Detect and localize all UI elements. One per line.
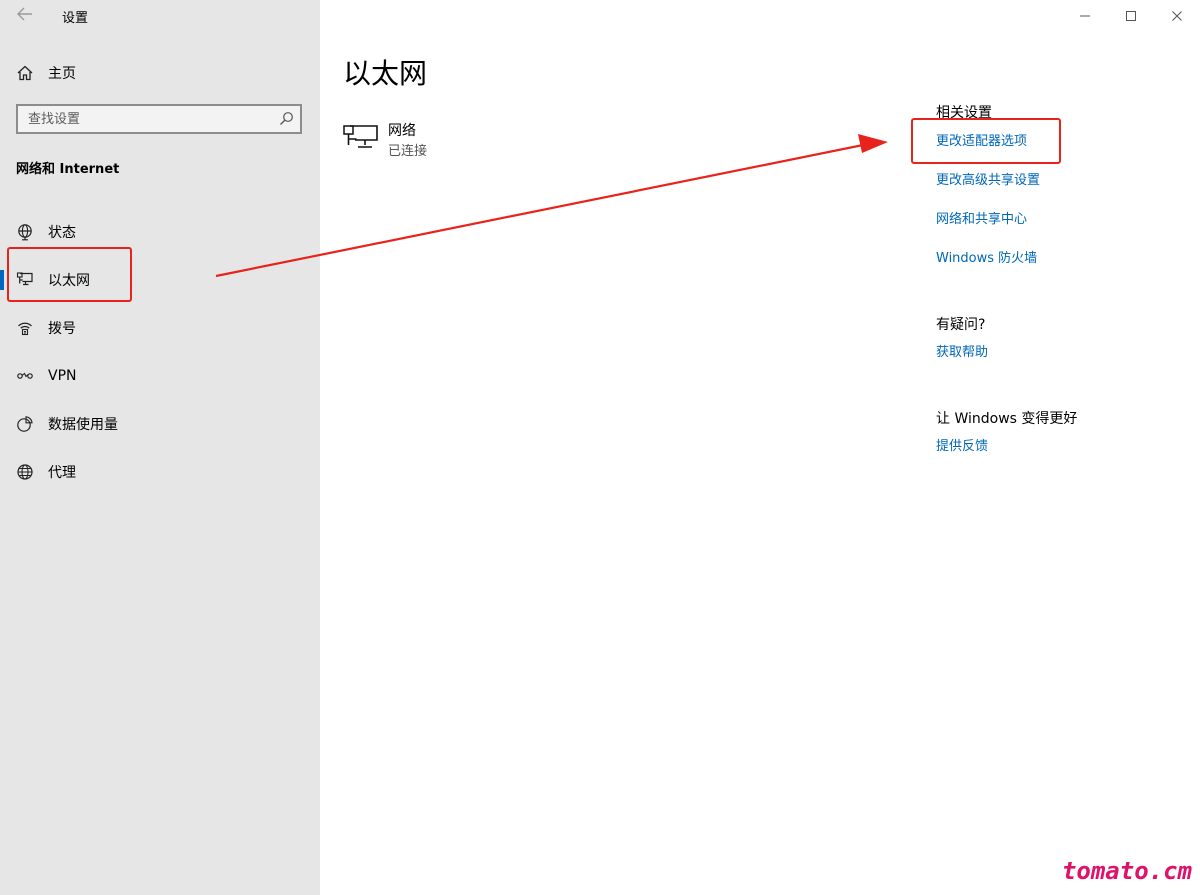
globe-proxy-icon	[16, 463, 34, 481]
sidebar-item-vpn[interactable]: VPN	[0, 352, 320, 400]
home-label: 主页	[48, 66, 76, 82]
vpn-icon	[16, 367, 34, 385]
home-button[interactable]: 主页	[16, 62, 216, 84]
active-indicator	[0, 270, 4, 290]
page-title: 以太网	[343, 57, 428, 90]
get-help-link[interactable]: 获取帮助	[936, 341, 988, 360]
network-name: 网络	[388, 123, 416, 139]
feedback-heading: 让 Windows 变得更好	[936, 411, 1078, 427]
arrow-left-icon	[17, 7, 32, 21]
sidebar-item-dialup[interactable]: 拨号	[0, 304, 320, 352]
search-box[interactable]	[16, 104, 302, 134]
globe-status-icon	[16, 223, 34, 241]
search-input[interactable]	[18, 106, 268, 132]
sidebar-item-data-usage[interactable]: 数据使用量	[0, 400, 320, 448]
network-status: 已连接	[388, 144, 428, 159]
home-icon	[16, 64, 34, 82]
sidebar-item-label: 数据使用量	[48, 417, 118, 433]
close-button[interactable]	[1154, 0, 1200, 32]
ethernet-network-icon	[343, 120, 379, 152]
section-title: 网络和 Internet	[16, 162, 120, 177]
sidebar-item-proxy[interactable]: 代理	[0, 448, 320, 496]
help-heading: 有疑问?	[936, 317, 986, 333]
minimize-icon	[1080, 15, 1090, 17]
minimize-button[interactable]	[1062, 0, 1108, 32]
annotation-box-adapter	[911, 118, 1061, 164]
network-sharing-center-link[interactable]: 网络和共享中心	[936, 208, 1027, 227]
back-button[interactable]	[14, 6, 36, 26]
give-feedback-link[interactable]: 提供反馈	[936, 435, 988, 454]
window-controls	[1062, 0, 1200, 32]
sidebar-item-label: 代理	[48, 465, 76, 481]
watermark: tomato.cm	[1061, 857, 1192, 885]
windows-firewall-link[interactable]: Windows 防火墙	[936, 247, 1037, 266]
close-icon	[1172, 11, 1182, 21]
data-usage-icon	[16, 415, 34, 433]
sidebar-item-label: 状态	[48, 225, 76, 241]
dialup-icon	[16, 319, 34, 337]
maximize-button[interactable]	[1108, 0, 1154, 32]
sidebar-item-label: VPN	[48, 368, 77, 384]
maximize-icon	[1126, 11, 1136, 21]
annotation-box-ethernet	[7, 247, 132, 302]
sidebar: 设置 主页 网络和 Internet 状态 以太网	[0, 0, 320, 895]
sidebar-item-label: 拨号	[48, 321, 76, 337]
app-title: 设置	[62, 11, 89, 26]
advanced-sharing-link[interactable]: 更改高级共享设置	[936, 169, 1040, 188]
network-card[interactable]: 网络 已连接	[343, 118, 563, 159]
search-icon[interactable]	[279, 111, 294, 126]
